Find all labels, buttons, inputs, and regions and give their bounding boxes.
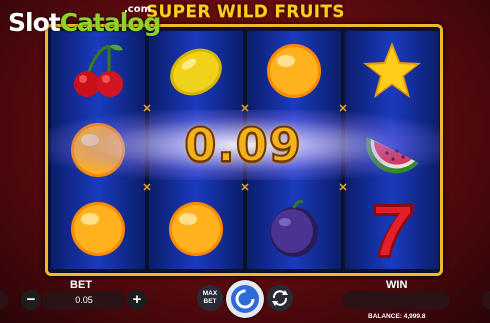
cherry-icon: [74, 44, 123, 97]
symbol-star: [345, 31, 439, 110]
cross-marker-icon: ✕: [240, 182, 250, 194]
star-icon: [363, 41, 421, 98]
right-panel-edge: [482, 291, 490, 309]
symbol-orange: [149, 189, 243, 268]
max-bet-button[interactable]: MAX BET: [197, 285, 223, 311]
symbol-seven: [345, 189, 439, 268]
autoplay-button[interactable]: [267, 285, 293, 311]
spin-icon: [231, 285, 259, 313]
seven-icon: [373, 203, 413, 258]
orange-icon: [169, 201, 223, 256]
slotcatalog-watermark: SlotCatalog .com: [8, 4, 161, 37]
game-title: SUPER WILD FRUITS: [146, 2, 345, 22]
win-value-field: [342, 291, 450, 309]
symbol-cherry: [51, 31, 145, 110]
symbol-orange: [247, 31, 341, 110]
symbol-lemon: [149, 31, 243, 110]
symbol-orange: [51, 189, 145, 268]
spin-button[interactable]: [226, 280, 264, 318]
cross-marker-icon: ✕: [338, 182, 348, 194]
win-amount: 0.09: [183, 117, 302, 173]
increase-bet-button[interactable]: +: [127, 290, 147, 310]
decrease-bet-button[interactable]: −: [21, 290, 41, 310]
lemon-icon: [170, 48, 222, 95]
win-label: WIN: [386, 279, 408, 291]
orange-icon: [71, 201, 125, 256]
left-panel-edge: [0, 291, 8, 309]
orange-icon: [267, 43, 321, 98]
plum-icon: [270, 199, 318, 257]
bet-label: BET: [70, 279, 92, 291]
symbol-plum: [247, 189, 341, 268]
autoplay-icon: [272, 290, 288, 306]
bet-value: 0.05: [42, 291, 126, 309]
balance-text: BALANCE: 4,999.8: [368, 313, 426, 320]
cross-marker-icon: ✕: [142, 182, 152, 194]
